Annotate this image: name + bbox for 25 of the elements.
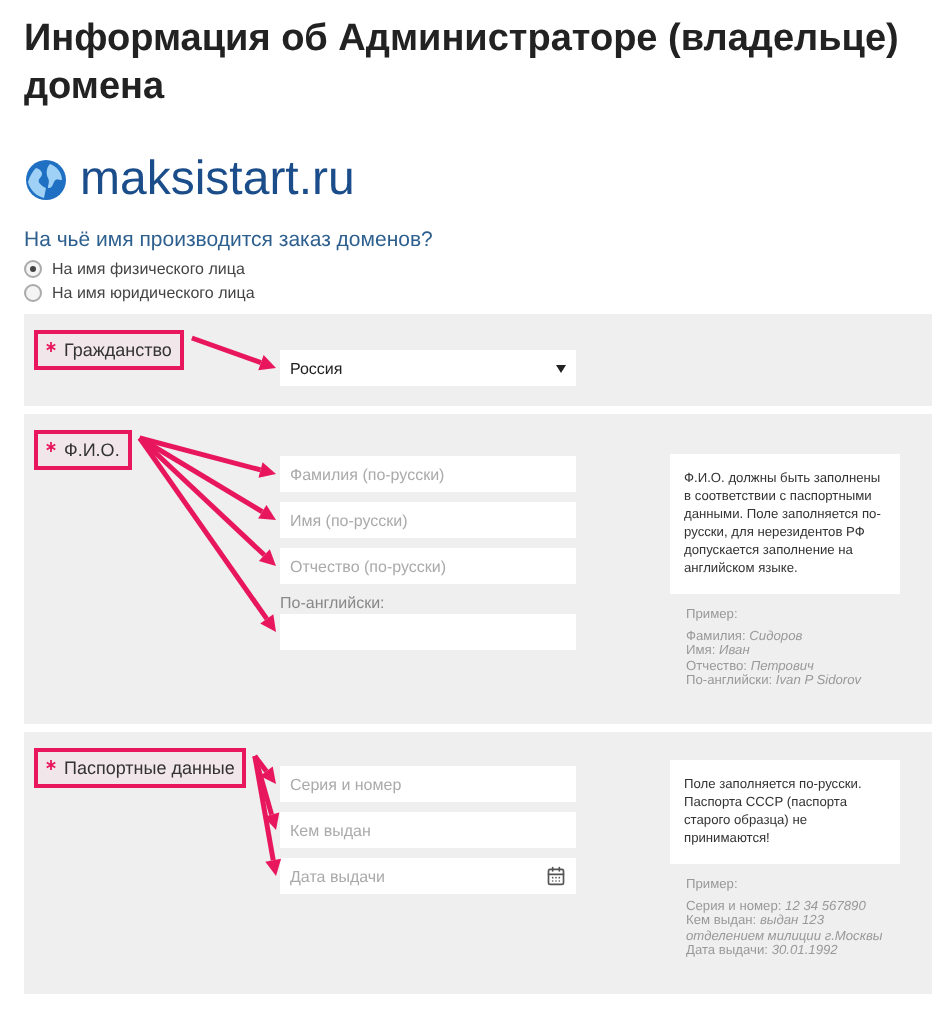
input-field[interactable]: Фамилия (по-русски) bbox=[280, 456, 576, 492]
caret-icon bbox=[556, 363, 566, 373]
radio-icon[interactable] bbox=[24, 284, 42, 302]
question-text: На чьё имя производится заказ доменов? bbox=[24, 228, 435, 252]
input-field[interactable]: Серия и номер bbox=[280, 766, 576, 802]
input-field[interactable]: Кем выдан bbox=[280, 812, 576, 848]
country-select[interactable]: Россия bbox=[280, 350, 576, 386]
input-field[interactable]: Отчество (по-русски) bbox=[280, 548, 576, 584]
globe-icon bbox=[24, 158, 68, 202]
required-icon bbox=[46, 442, 56, 452]
required-icon bbox=[46, 760, 56, 770]
field-label: Гражданство bbox=[34, 330, 184, 370]
calendar-icon bbox=[546, 866, 566, 886]
annotation-arrow bbox=[191, 335, 276, 371]
radio-option[interactable]: На имя юридического лица bbox=[24, 284, 932, 302]
required-icon bbox=[46, 342, 56, 352]
date-field[interactable]: Дата выдачи bbox=[280, 858, 576, 894]
site-logo: maksistart.ru bbox=[80, 152, 355, 208]
radio-icon[interactable] bbox=[24, 260, 42, 278]
field-label: Паспортные данные bbox=[34, 748, 247, 788]
field-label: Ф.И.О. bbox=[34, 430, 132, 470]
input-field[interactable]: Имя (по-русски) bbox=[280, 502, 576, 538]
radio-option[interactable]: На имя физического лица bbox=[24, 260, 932, 278]
field-label: По-английски: bbox=[280, 594, 387, 612]
page-title: Информация об Администраторе (владельце) домена bbox=[24, 16, 901, 112]
